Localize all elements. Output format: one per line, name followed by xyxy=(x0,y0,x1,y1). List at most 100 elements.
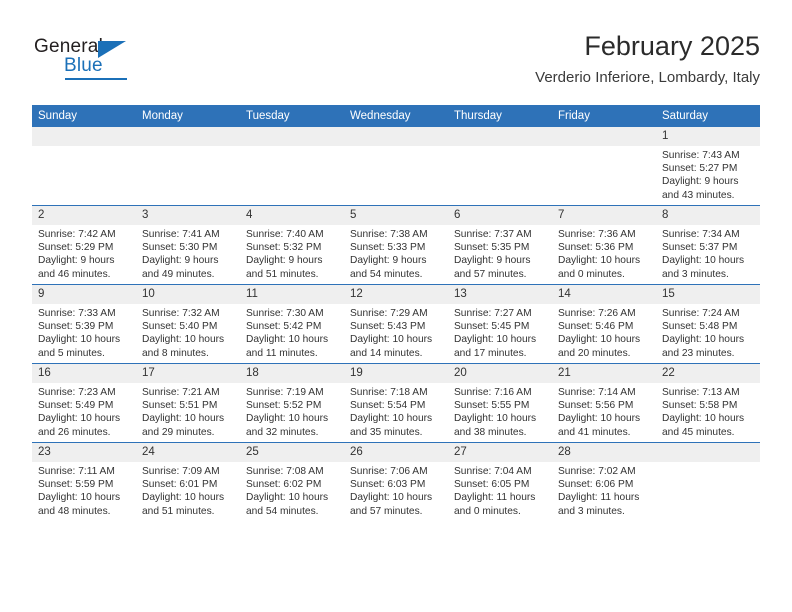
day-sun-info: Sunrise: 7:37 AM Sunset: 5:35 PM Daylight:… xyxy=(448,225,552,281)
daylight-text-line1: Daylight: 11 hours xyxy=(454,492,536,504)
daylight-text-line2: and 43 minutes. xyxy=(662,189,735,201)
sunrise-text: Sunrise: 7:18 AM xyxy=(350,387,428,398)
day-sun-info: Sunrise: 7:29 AM Sunset: 5:43 PM Daylight:… xyxy=(344,304,448,360)
calendar-day-cell[interactable]: 28 Sunrise: 7:02 AM Sunset: 6:06 PM Dayligh… xyxy=(552,442,656,521)
calendar-day-cell[interactable]: 10 Sunrise: 7:32 AM Sunset: 5:40 PM Dayligh… xyxy=(136,284,240,364)
calendar-day-cell-empty xyxy=(344,127,448,206)
calendar-day-cell[interactable]: 1 Sunrise: 7:43 AM Sunset: 5:27 PM Daylight… xyxy=(656,127,760,206)
day-number: 24 xyxy=(136,443,240,462)
daylight-text-line2: and 26 minutes. xyxy=(38,426,111,438)
calendar-day-cell-empty xyxy=(32,127,136,206)
daylight-text-line1: Daylight: 10 hours xyxy=(662,413,745,425)
daylight-text-line2: and 57 minutes. xyxy=(454,268,527,280)
sunset-text: Sunset: 6:02 PM xyxy=(246,479,322,491)
day-sun-info: Sunrise: 7:41 AM Sunset: 5:30 PM Daylight:… xyxy=(136,225,240,281)
sunset-text: Sunset: 5:39 PM xyxy=(38,321,114,333)
calendar-day-cell[interactable]: 18 Sunrise: 7:19 AM Sunset: 5:52 PM Dayligh… xyxy=(240,363,344,443)
day-sun-info: Sunrise: 7:18 AM Sunset: 5:54 PM Daylight:… xyxy=(344,383,448,439)
day-number: 25 xyxy=(240,443,344,462)
daylight-text-line2: and 23 minutes. xyxy=(662,347,735,359)
weekday-header-row: Sunday Monday Tuesday Wednesday Thursday Frid… xyxy=(32,105,760,127)
daylight-text-line1: Daylight: 9 hours xyxy=(38,255,115,267)
calendar-day-cell[interactable]: 25 Sunrise: 7:08 AM Sunset: 6:02 PM Dayligh… xyxy=(240,442,344,521)
calendar-day-cell[interactable]: 19 Sunrise: 7:18 AM Sunset: 5:54 PM Dayligh… xyxy=(344,363,448,443)
day-sun-info: Sunrise: 7:08 AM Sunset: 6:02 PM Daylight:… xyxy=(240,462,344,518)
calendar-day-cell[interactable]: 17 Sunrise: 7:21 AM Sunset: 5:51 PM Dayligh… xyxy=(136,363,240,443)
calendar-day-cell[interactable]: 13 Sunrise: 7:27 AM Sunset: 5:45 PM Dayligh… xyxy=(448,284,552,364)
day-number: 21 xyxy=(552,364,656,383)
calendar-day-cell[interactable]: 4 Sunrise: 7:40 AM Sunset: 5:32 PM Daylight… xyxy=(240,205,344,285)
day-number: 9 xyxy=(32,285,136,304)
calendar-day-cell[interactable]: 7 Sunrise: 7:36 AM Sunset: 5:36 PM Daylight… xyxy=(552,205,656,285)
sunrise-text: Sunrise: 7:04 AM xyxy=(454,466,532,477)
day-sun-info: Sunrise: 7:19 AM Sunset: 5:52 PM Daylight:… xyxy=(240,383,344,439)
sunrise-text: Sunrise: 7:02 AM xyxy=(558,466,636,477)
sunrise-text: Sunrise: 7:21 AM xyxy=(142,387,220,398)
daylight-text-line1: Daylight: 10 hours xyxy=(558,334,641,346)
calendar-day-cell[interactable]: 24 Sunrise: 7:09 AM Sunset: 6:01 PM Dayligh… xyxy=(136,442,240,521)
daylight-text-line1: Daylight: 10 hours xyxy=(662,334,745,346)
sunset-text: Sunset: 6:05 PM xyxy=(454,479,530,491)
day-number: 18 xyxy=(240,364,344,383)
calendar-day-cell[interactable]: 6 Sunrise: 7:37 AM Sunset: 5:35 PM Daylight… xyxy=(448,205,552,285)
daylight-text-line2: and 0 minutes. xyxy=(558,268,625,280)
calendar-day-cell[interactable]: 23 Sunrise: 7:11 AM Sunset: 5:59 PM Dayligh… xyxy=(32,442,136,521)
calendar-day-cell[interactable]: 11 Sunrise: 7:30 AM Sunset: 5:42 PM Dayligh… xyxy=(240,284,344,364)
day-number: 27 xyxy=(448,443,552,462)
calendar-day-cell[interactable]: 21 Sunrise: 7:14 AM Sunset: 5:56 PM Dayligh… xyxy=(552,363,656,443)
sunrise-text: Sunrise: 7:38 AM xyxy=(350,229,428,240)
day-sun-info: Sunrise: 7:32 AM Sunset: 5:40 PM Daylight:… xyxy=(136,304,240,360)
daylight-text-line2: and 49 minutes. xyxy=(142,268,215,280)
sunrise-text: Sunrise: 7:32 AM xyxy=(142,308,220,319)
weekday-header-sunday: Sunday xyxy=(32,105,136,127)
calendar-day-cell[interactable]: 27 Sunrise: 7:04 AM Sunset: 6:05 PM Dayligh… xyxy=(448,442,552,521)
daylight-text-line1: Daylight: 10 hours xyxy=(350,413,433,425)
sunset-text: Sunset: 6:01 PM xyxy=(142,479,218,491)
daylight-text-line2: and 51 minutes. xyxy=(142,505,215,517)
daylight-text-line1: Daylight: 10 hours xyxy=(662,255,745,267)
calendar-day-cell[interactable]: 8 Sunrise: 7:34 AM Sunset: 5:37 PM Daylight… xyxy=(656,205,760,285)
daylight-text-line1: Daylight: 10 hours xyxy=(38,413,121,425)
sunrise-text: Sunrise: 7:41 AM xyxy=(142,229,220,240)
daylight-text-line1: Daylight: 9 hours xyxy=(350,255,427,267)
day-sun-info: Sunrise: 7:43 AM Sunset: 5:27 PM Daylight:… xyxy=(656,146,760,202)
sunset-text: Sunset: 6:03 PM xyxy=(350,479,426,491)
day-number xyxy=(240,127,344,146)
calendar-day-cell-empty xyxy=(240,127,344,206)
sunset-text: Sunset: 5:40 PM xyxy=(142,321,218,333)
day-sun-info: Sunrise: 7:13 AM Sunset: 5:58 PM Daylight:… xyxy=(656,383,760,439)
daylight-text-line1: Daylight: 9 hours xyxy=(142,255,219,267)
day-number xyxy=(448,127,552,146)
day-number: 5 xyxy=(344,206,448,225)
daylight-text-line1: Daylight: 10 hours xyxy=(454,334,537,346)
calendar-day-cell[interactable]: 22 Sunrise: 7:13 AM Sunset: 5:58 PM Dayligh… xyxy=(656,363,760,443)
sunrise-text: Sunrise: 7:36 AM xyxy=(558,229,636,240)
daylight-text-line2: and 20 minutes. xyxy=(558,347,631,359)
calendar-day-cell[interactable]: 14 Sunrise: 7:26 AM Sunset: 5:46 PM Dayligh… xyxy=(552,284,656,364)
sunrise-text: Sunrise: 7:42 AM xyxy=(38,229,116,240)
logo-text-blue: Blue xyxy=(64,55,103,76)
calendar-day-cell[interactable]: 9 Sunrise: 7:33 AM Sunset: 5:39 PM Daylight… xyxy=(32,284,136,364)
day-number: 6 xyxy=(448,206,552,225)
calendar-day-cell[interactable]: 12 Sunrise: 7:29 AM Sunset: 5:43 PM Dayligh… xyxy=(344,284,448,364)
calendar-day-cell[interactable]: 26 Sunrise: 7:06 AM Sunset: 6:03 PM Dayligh… xyxy=(344,442,448,521)
calendar-day-cell[interactable]: 3 Sunrise: 7:41 AM Sunset: 5:30 PM Daylight… xyxy=(136,205,240,285)
daylight-text-line1: Daylight: 10 hours xyxy=(142,492,225,504)
sunset-text: Sunset: 5:49 PM xyxy=(38,400,114,412)
daylight-text-line2: and 3 minutes. xyxy=(662,268,729,280)
calendar-day-cell[interactable]: 16 Sunrise: 7:23 AM Sunset: 5:49 PM Dayligh… xyxy=(32,363,136,443)
calendar-day-cell[interactable]: 15 Sunrise: 7:24 AM Sunset: 5:48 PM Dayligh… xyxy=(656,284,760,364)
calendar-day-cell[interactable]: 20 Sunrise: 7:16 AM Sunset: 5:55 PM Dayligh… xyxy=(448,363,552,443)
daylight-text-line2: and 45 minutes. xyxy=(662,426,735,438)
day-number xyxy=(552,127,656,146)
sunrise-text: Sunrise: 7:43 AM xyxy=(662,150,740,161)
day-sun-info: Sunrise: 7:06 AM Sunset: 6:03 PM Daylight:… xyxy=(344,462,448,518)
daylight-text-line2: and 17 minutes. xyxy=(454,347,527,359)
day-number: 12 xyxy=(344,285,448,304)
day-number: 20 xyxy=(448,364,552,383)
calendar-day-cell[interactable]: 2 Sunrise: 7:42 AM Sunset: 5:29 PM Daylight… xyxy=(32,205,136,285)
calendar-day-cell[interactable]: 5 Sunrise: 7:38 AM Sunset: 5:33 PM Daylight… xyxy=(344,205,448,285)
daylight-text-line2: and 3 minutes. xyxy=(558,505,625,517)
page-header: General Blue February 2025 Verderio Infe… xyxy=(32,30,760,98)
weekday-header-saturday: Saturday xyxy=(656,105,760,127)
